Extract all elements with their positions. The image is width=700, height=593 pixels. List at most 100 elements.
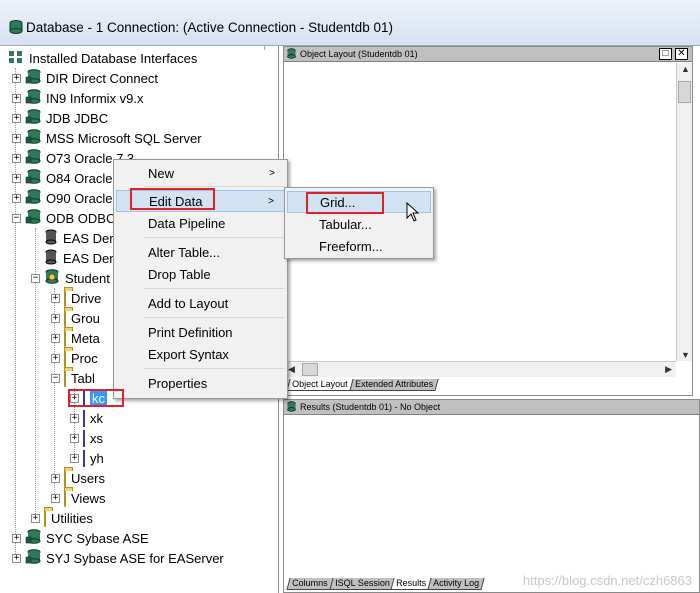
annotation-grid [306, 192, 384, 214]
expand-icon[interactable]: + [70, 413, 79, 423]
tree-item[interactable]: + MSS Microsoft SQL Server [12, 128, 202, 148]
expand-icon[interactable]: + [51, 333, 60, 343]
database-icon [25, 148, 41, 168]
expand-icon[interactable]: + [12, 113, 21, 123]
expand-icon[interactable]: + [70, 453, 79, 463]
database-icon [25, 108, 41, 128]
tree-item-label: O90 Oracle [46, 190, 113, 206]
datasource-icon [44, 229, 58, 248]
folder-icon [64, 469, 66, 487]
collapse-icon[interactable]: − [31, 273, 40, 283]
expand-icon[interactable]: + [12, 93, 21, 103]
table-icon [83, 449, 85, 467]
tree-item[interactable]: − Tabl [51, 368, 95, 388]
menu-item-print-definition[interactable]: Print Definition [116, 321, 285, 343]
annotation-kc-table [68, 389, 124, 407]
results-pane[interactable]: Results (Studentdb 01) - No Object Colum… [283, 399, 700, 593]
tree-item[interactable]: + Proc [51, 348, 98, 368]
menu-item-new[interactable]: New > [116, 162, 285, 184]
database-icon [25, 548, 41, 568]
collapse-icon[interactable]: − [12, 213, 21, 223]
folder-icon [44, 509, 46, 527]
menu-item-data-pipeline[interactable]: Data Pipeline [116, 212, 285, 234]
tree-item[interactable]: + yh [70, 448, 104, 468]
tree-item-label: DIR Direct Connect [46, 70, 158, 86]
tree-item[interactable]: EAS Der [44, 248, 114, 268]
expand-icon[interactable]: + [70, 433, 79, 443]
scroll-up-icon[interactable]: ▲ [681, 64, 690, 74]
menu-item-alter-table[interactable]: Alter Table... [116, 241, 285, 263]
tab-isql-session[interactable]: ISQL Session [328, 578, 395, 590]
expand-icon[interactable]: + [31, 513, 40, 523]
expand-icon[interactable]: + [51, 353, 60, 363]
expand-icon[interactable]: + [12, 173, 21, 183]
expand-icon[interactable]: + [12, 193, 21, 203]
tree-item-label: EAS Der [63, 250, 114, 266]
close-button[interactable]: ✕ [675, 48, 688, 60]
tab-activity-log[interactable]: Activity Log [427, 578, 485, 590]
menu-item-export-syntax[interactable]: Export Syntax [116, 343, 285, 365]
tree-item[interactable]: − Student [31, 268, 110, 288]
collapse-icon[interactable]: − [51, 373, 60, 383]
expand-icon[interactable]: + [51, 493, 60, 503]
tree-item[interactable]: + O84 Oracle [12, 168, 112, 188]
menu-item-properties[interactable]: Properties [116, 372, 285, 394]
tree-item[interactable]: + IN9 Informix v9.x [12, 88, 144, 108]
tree-item[interactable]: + DIR Direct Connect [12, 68, 158, 88]
scroll-right-icon[interactable]: ▶ [665, 364, 672, 375]
scroll-down-icon[interactable]: ▼ [681, 350, 690, 360]
tree-item[interactable]: + O90 Oracle [12, 188, 112, 208]
tree-item-label: EAS Der [63, 230, 114, 246]
folder-icon [64, 309, 66, 327]
tree-item[interactable]: + Grou [51, 308, 100, 328]
object-layout-tabs: Object Layout Extended Attributes [286, 379, 439, 393]
tab-object-layout[interactable]: Object Layout [286, 379, 354, 391]
expand-icon[interactable]: + [51, 293, 60, 303]
tree-item-label: Grou [71, 310, 100, 326]
tree-root[interactable]: Installed Database Interfaces [8, 48, 197, 68]
tree-item-label: ODB ODBC [46, 210, 116, 226]
maximize-button[interactable]: □ [659, 48, 672, 60]
tab-columns[interactable]: Columns [286, 578, 334, 590]
expand-icon[interactable]: + [12, 153, 21, 163]
tab-extended-attributes[interactable]: Extended Attributes [348, 379, 439, 391]
tree-item[interactable]: + xk [70, 408, 103, 428]
menu-item-add-to-layout[interactable]: Add to Layout [116, 292, 285, 314]
datasource-icon [44, 249, 58, 268]
menu-item-freeform[interactable]: Freeform... [287, 235, 431, 257]
tree-item[interactable]: + xs [70, 428, 103, 448]
tree-item[interactable]: + Utilities [31, 508, 93, 528]
expand-icon[interactable]: + [12, 73, 21, 83]
scroll-left-icon[interactable]: ◀ [288, 364, 295, 375]
folder-icon [64, 369, 66, 387]
scroll-thumb[interactable] [678, 81, 691, 103]
connection-icon [44, 268, 60, 288]
expand-icon[interactable]: + [12, 553, 21, 563]
mouse-cursor-icon [406, 202, 420, 222]
tree-item-label: JDB JDBC [46, 110, 109, 126]
table-icon [83, 409, 85, 427]
tab-results[interactable]: Results [390, 578, 432, 590]
database-icon [8, 20, 24, 37]
results-tabs: Columns ISQL Session Results Activity Lo… [286, 578, 485, 592]
tree-item[interactable]: + Views [51, 488, 105, 508]
menu-item-drop-table[interactable]: Drop Table [116, 263, 285, 285]
tree-item[interactable]: + Drive [51, 288, 101, 308]
expand-icon[interactable]: + [12, 133, 21, 143]
expand-icon[interactable]: + [51, 313, 60, 323]
object-layout-vscrollbar[interactable]: ▲ ▼ [676, 63, 692, 361]
tree-item[interactable]: − ODB ODBC [12, 208, 115, 228]
tree-item[interactable]: + SYJ Sybase ASE for EAServer [12, 548, 224, 568]
tree-item[interactable]: + SYC Sybase ASE [12, 528, 149, 548]
hscroll-thumb[interactable] [302, 363, 318, 376]
tree-item[interactable]: EAS Der [44, 228, 114, 248]
tree-item-label: Views [71, 490, 106, 506]
window-title: Database - 1 Connection: (Active Connect… [26, 20, 393, 35]
expand-icon[interactable]: + [51, 473, 60, 483]
object-layout-hscrollbar[interactable]: ◀ ▶ [284, 361, 676, 377]
expand-icon[interactable]: + [12, 533, 21, 543]
window-titlebar: Database - 1 Connection: (Active Connect… [0, 0, 700, 46]
tree-item[interactable]: + Meta [51, 328, 100, 348]
tree-item[interactable]: + Users [51, 468, 105, 488]
tree-item[interactable]: + JDB JDBC [12, 108, 108, 128]
